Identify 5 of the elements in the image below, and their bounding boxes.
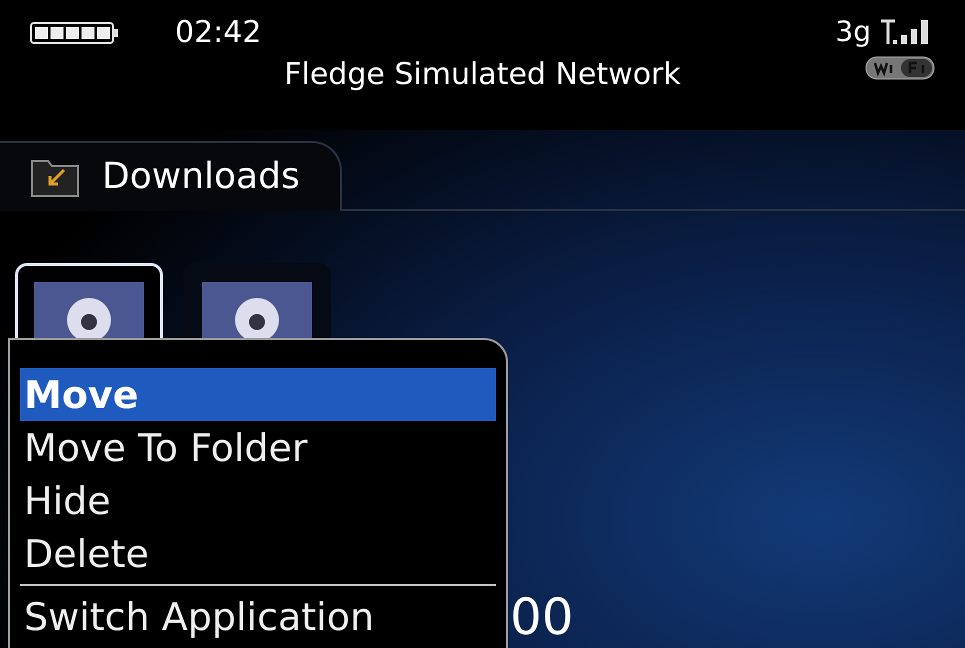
header-title: Downloads <box>102 159 300 195</box>
network-type: 3g <box>835 18 871 46</box>
network-name: Fledge Simulated Network <box>284 60 681 90</box>
background-label: 00 <box>510 592 574 642</box>
clock-time: 02:42 <box>175 18 262 48</box>
